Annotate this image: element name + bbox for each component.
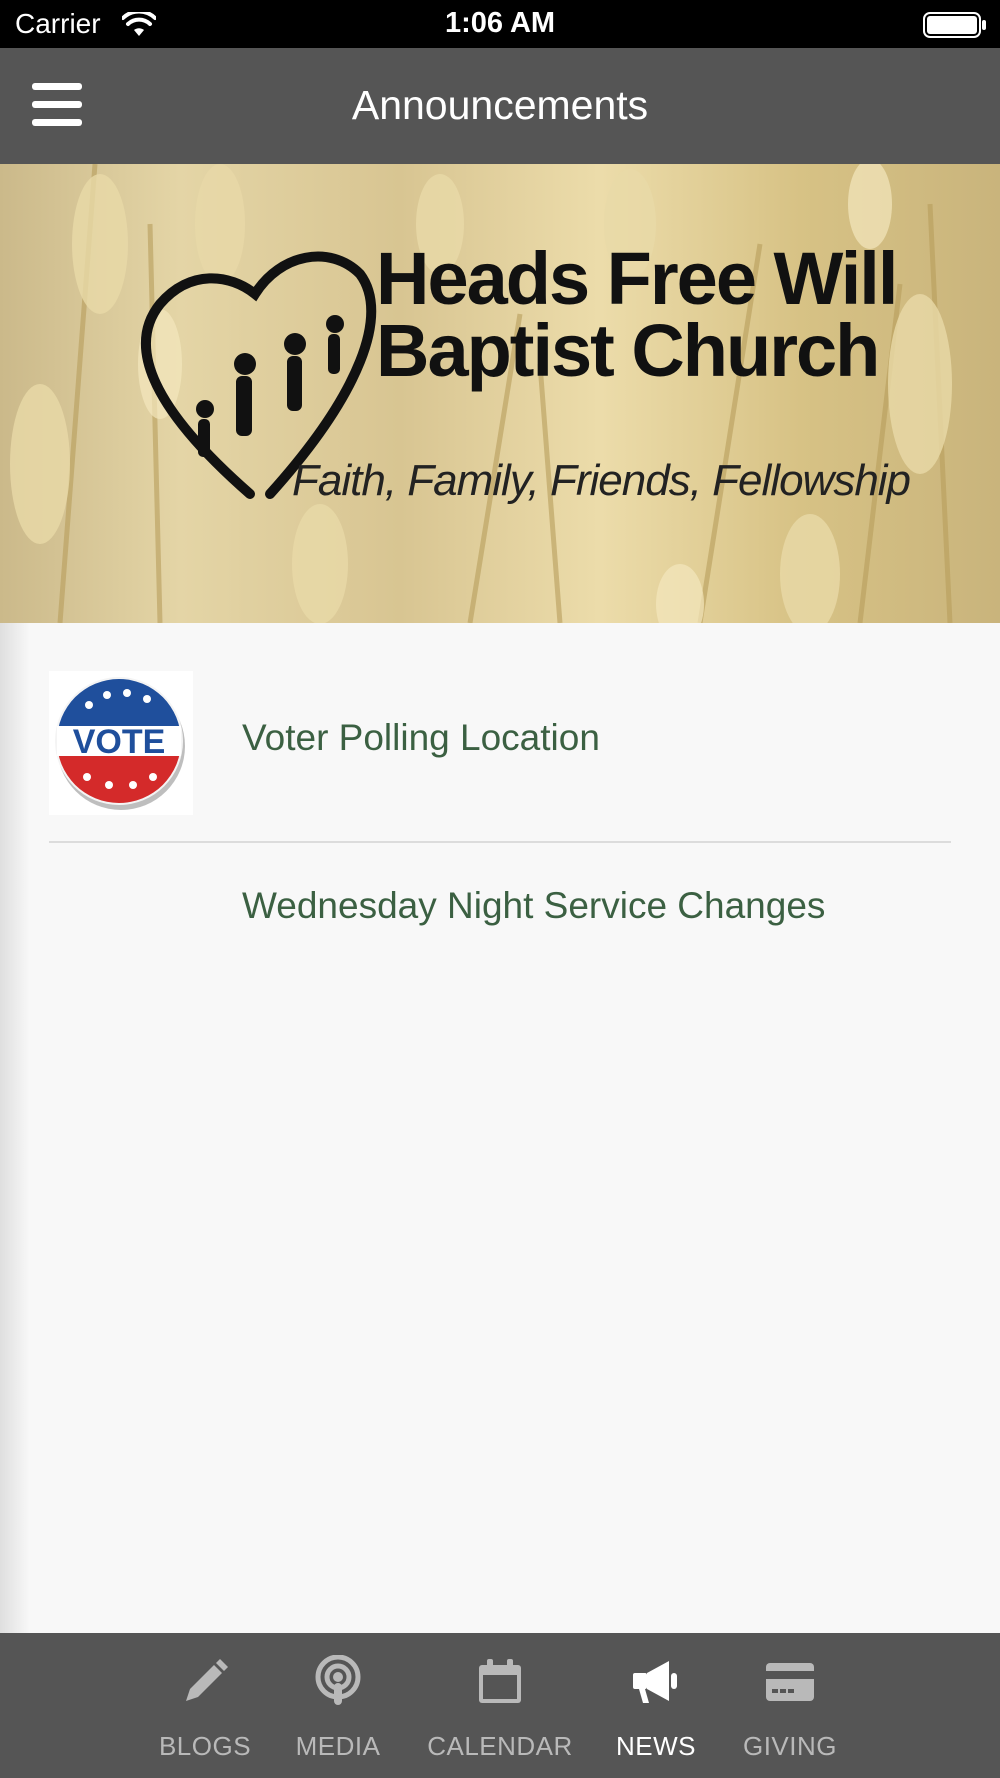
divider [49, 841, 951, 843]
tab-news[interactable]: NEWS [606, 1633, 706, 1778]
page-title: Announcements [351, 82, 649, 128]
tab-label: BLOGS [158, 1731, 252, 1761]
announcement-title[interactable]: Wednesday Night Service Changes [242, 885, 825, 927]
announcement-title[interactable]: Voter Polling Location [242, 717, 600, 759]
nav-bar: Announcements [0, 48, 1000, 164]
status-time: 1:06 AM [444, 7, 556, 39]
wheat-background [10, 164, 953, 623]
list-item[interactable]: VOTE Voter Polling Location [0, 671, 1000, 815]
pencil-icon [178, 1655, 232, 1709]
church-name-line2: Baptist Church [376, 309, 880, 392]
church-name-line1: Heads Free Will [376, 237, 898, 320]
tab-media[interactable]: MEDIA [288, 1633, 388, 1778]
side-shadow [0, 623, 30, 1633]
list-item[interactable]: Wednesday Night Service Changes [0, 867, 1000, 967]
tab-giving[interactable]: GIVING [740, 1633, 840, 1778]
vote-text: VOTE [73, 723, 166, 761]
battery-icon [923, 12, 987, 43]
podcast-icon [311, 1654, 365, 1709]
tab-calendar[interactable]: CALENDAR [425, 1633, 575, 1778]
tab-label: CALENDAR [427, 1731, 573, 1761]
church-tagline: Faith, Family, Friends, Fellowship [292, 456, 911, 505]
megaphone-icon [629, 1655, 683, 1709]
church-banner: Heads Free Will Baptist Church Faith, Fa… [0, 164, 1000, 623]
credit-card-icon [763, 1655, 817, 1709]
tab-label: MEDIA [295, 1731, 381, 1761]
tab-label: NEWS [616, 1731, 696, 1761]
tab-blogs[interactable]: BLOGS [155, 1633, 255, 1778]
tab-label: GIVING [742, 1731, 837, 1761]
status-bar: Carrier 1:06 AM [0, 0, 1000, 48]
tab-bar: BLOGS MEDIA CALENDAR NEWS GIVING [0, 1633, 1000, 1778]
vote-button-thumbnail: VOTE [49, 671, 193, 815]
calendar-icon [473, 1655, 527, 1709]
